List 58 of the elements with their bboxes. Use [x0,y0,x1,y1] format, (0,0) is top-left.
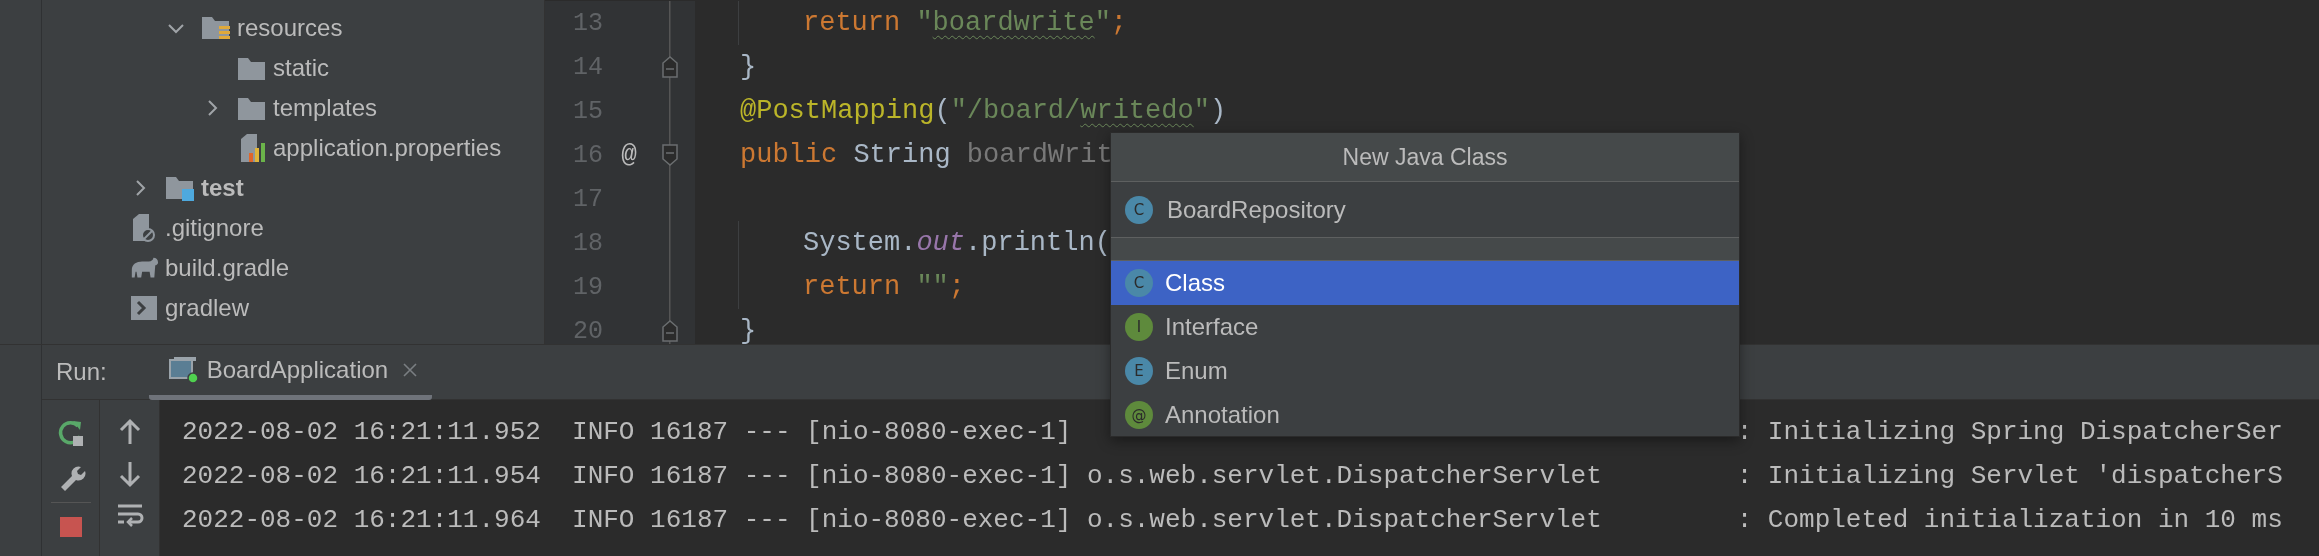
code-token: out [916,228,966,258]
code-token: ) [1209,96,1227,126]
log-text: : Initializing Spring DispatcherSer [1736,417,2283,447]
code-token: " [1094,8,1111,38]
elephant-icon [129,256,159,280]
run-label: Run: [56,358,107,386]
code-token: boardWrit [966,140,1113,170]
tree-item[interactable]: test [42,168,544,208]
test-folder-icon [165,174,195,202]
popup-item[interactable]: I Interface [1111,305,1739,349]
popup-title: New Java Class [1111,133,1739,182]
code-token: "" [916,272,949,302]
code-token: ( [934,96,951,126]
tree-item[interactable]: .gitignore [42,208,544,248]
tree-item[interactable]: application.properties [42,128,544,168]
log-text: 2022-08-02 16:21:11.964 INFO 16187 --- [nio-8080-exec-1] [182,505,1073,535]
tree-item[interactable]: gradlew [42,288,544,328]
class-kind-icon: @ [1125,401,1153,429]
code-token: writedo [1080,96,1194,126]
log-text: 2022-08-02 16:21:11.954 INFO 16187 --- [nio-8080-exec-1] [182,461,1073,491]
code-token: return [803,272,901,302]
code-token: boardwrite [932,8,1095,38]
folder-icon [237,55,267,81]
code-token: return [803,8,901,38]
folder-icon [237,95,267,121]
tree-item[interactable]: templates [42,88,544,128]
code-token: public [740,140,838,170]
class-kind-icon: E [1125,357,1153,385]
code-token: System. [803,228,917,258]
code-token: " [916,8,933,38]
code-token: String [852,140,952,170]
close-icon [402,361,419,378]
resources-folder-icon [201,14,231,42]
tree-item[interactable]: resources [42,8,544,48]
ignore-file-icon [131,213,157,243]
log-text: : Completed initialization in 10 ms [1736,505,2283,535]
code-token: ; [1110,8,1128,38]
tree-item[interactable]: static [42,48,544,88]
class-kind-icon: I [1125,313,1153,341]
code-token: @PostMapping [740,96,935,126]
tree-item[interactable]: build.gradle [42,248,544,288]
code-token: } [740,52,757,82]
class-kind-icon: C [1125,269,1153,297]
code-token: " [1193,96,1210,126]
log-text: 2022-08-02 16:21:11.952 INFO 16187 --- [nio-8080-exec-1] [182,417,1073,447]
code-token: "/board/ [950,96,1081,126]
class-kind-icon: C [1125,195,1153,224]
log-text: o.s.web.servlet.DispatcherServlet [1086,505,1603,535]
code-token: } [740,316,757,344]
popup-item[interactable]: @ Annotation [1111,393,1739,437]
code-token: .println( [965,228,1111,258]
terminal-icon [130,295,158,321]
popup-item[interactable]: E Enum [1111,349,1739,393]
log-text: o.s.web.servlet.DispatcherServlet [1086,461,1603,491]
code-token: ; [948,272,965,302]
override-marker[interactable]: @ [621,140,637,170]
popup-item[interactable]: C Class [1111,261,1739,305]
log-text: : Initializing Servlet 'dispatcherS [1736,461,2283,491]
